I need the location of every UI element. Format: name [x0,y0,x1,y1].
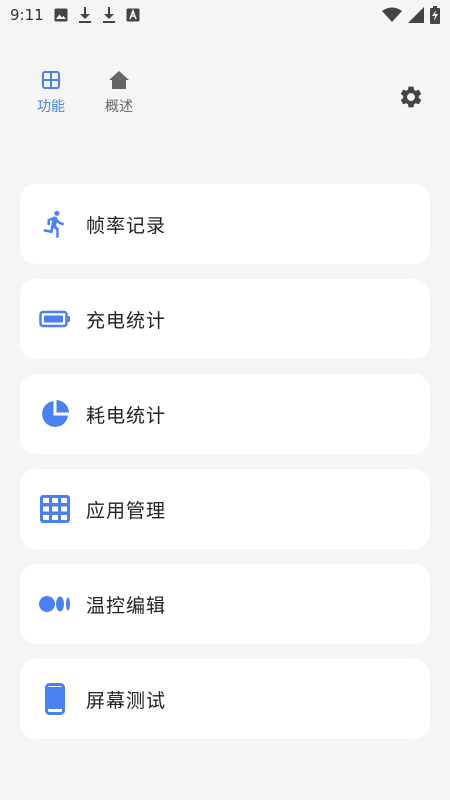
menu-item-label: 耗电统计 [86,404,167,427]
gear-icon [400,86,422,108]
status-left: 9:11 [10,6,140,24]
tab-features[interactable]: 功能 [30,70,72,116]
menu-item-label: 帧率记录 [86,214,167,237]
menu-item-thermal-edit[interactable]: 温控编辑 [20,564,430,644]
settings-button[interactable] [398,84,424,110]
dots-icon [38,587,72,621]
font-icon [126,8,140,22]
menu-item-label: 充电统计 [86,309,167,332]
download-icon [78,7,91,23]
menu-item-label: 屏幕测试 [86,689,167,712]
download-icon [102,7,115,23]
pie-chart-icon [38,397,72,431]
menu-item-power-stats[interactable]: 耗电统计 [20,374,430,454]
running-icon [38,207,72,241]
tab-label: 功能 [37,99,65,115]
image-icon [54,8,68,22]
menu-item-app-management[interactable]: 应用管理 [20,469,430,549]
battery-charging-icon [430,6,440,24]
battery-icon [38,302,72,336]
grid-icon [42,71,60,89]
menu-item-fps-record[interactable]: 帧率记录 [20,184,430,264]
feature-list: 帧率记录 充电统计 耗电统计 应用管理 温控编辑 屏幕测试 [20,184,430,739]
top-nav: 功能 概述 [30,70,140,116]
menu-item-screen-test[interactable]: 屏幕测试 [20,659,430,739]
menu-item-label: 温控编辑 [86,594,167,617]
phone-icon [38,682,72,716]
tab-label: 概述 [105,99,133,115]
status-right [382,6,440,24]
tab-overview[interactable]: 概述 [98,70,140,116]
menu-item-charge-stats[interactable]: 充电统计 [20,279,430,359]
signal-icon [408,7,424,23]
wifi-icon [382,7,402,22]
home-icon [109,71,129,89]
apps-grid-icon [38,492,72,526]
status-bar: 9:11 [0,0,450,30]
status-time: 9:11 [10,6,44,24]
menu-item-label: 应用管理 [86,499,167,522]
